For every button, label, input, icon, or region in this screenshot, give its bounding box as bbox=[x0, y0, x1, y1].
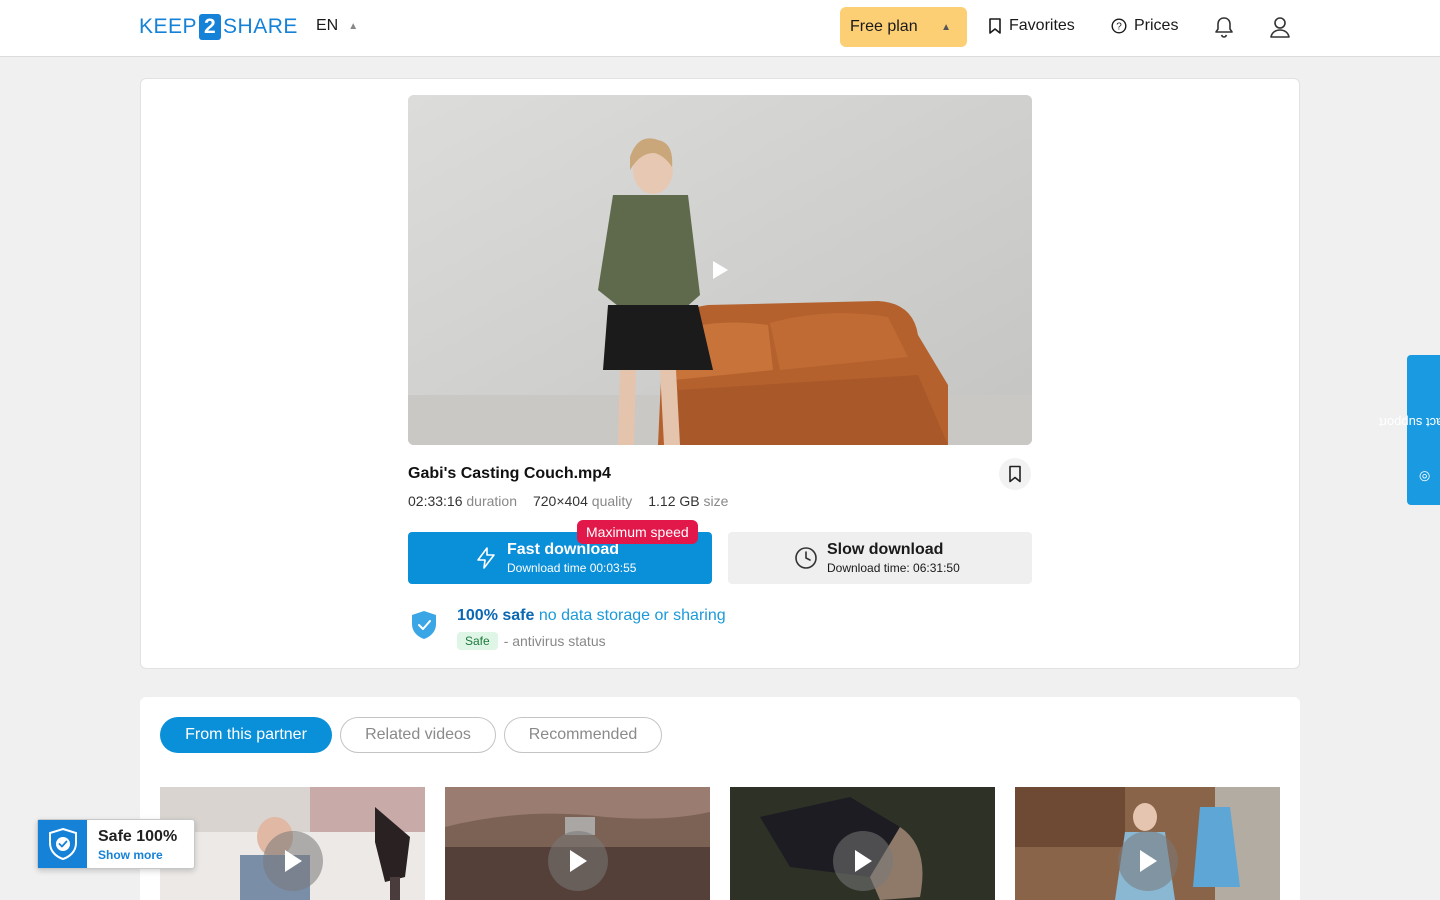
keep2share-logo[interactable]: KEEP 2 SHARE bbox=[139, 14, 298, 40]
size-label: size bbox=[703, 493, 729, 509]
video-thumbnail[interactable] bbox=[445, 787, 710, 900]
slow-download-button[interactable]: Slow download Download time: 06:31:50 bbox=[728, 532, 1032, 584]
play-icon bbox=[854, 850, 872, 872]
contact-support-label: ◎ contact support bbox=[1379, 378, 1440, 482]
slow-download-title: Slow download bbox=[827, 540, 944, 558]
language-selector[interactable]: EN ▲ bbox=[316, 17, 358, 35]
user-icon bbox=[1270, 17, 1290, 38]
video-thumbnail[interactable] bbox=[730, 787, 995, 900]
top-header: KEEP 2 SHARE EN ▲ Free plan ▲ Favorites … bbox=[0, 0, 1440, 57]
logo-text-share: SHARE bbox=[223, 15, 298, 38]
safety-light-text: no data storage or sharing bbox=[538, 607, 726, 624]
antivirus-status-label: - antivirus status bbox=[503, 633, 606, 649]
video-thumbnail[interactable] bbox=[160, 787, 425, 900]
chevron-up-icon: ▲ bbox=[941, 21, 951, 33]
shield-check-icon bbox=[48, 827, 77, 861]
file-title: Gabi's Casting Couch.mp4 bbox=[408, 465, 611, 482]
favorites-link[interactable]: Favorites bbox=[988, 17, 1075, 35]
prices-link[interactable]: ? Prices bbox=[1111, 17, 1178, 35]
duration-label: duration bbox=[466, 493, 517, 509]
show-more-link[interactable]: Show more bbox=[98, 848, 163, 862]
size-value: 1.12 GB bbox=[648, 493, 700, 509]
play-icon bbox=[569, 850, 587, 872]
tab-from-this-partner[interactable]: From this partner bbox=[160, 717, 332, 753]
safe-widget-title: Safe 100% bbox=[98, 828, 178, 845]
quality-value: 720×404 bbox=[532, 493, 588, 509]
video-thumbnail[interactable] bbox=[1015, 787, 1280, 900]
add-to-favorites-button[interactable] bbox=[999, 458, 1031, 490]
language-label: EN bbox=[316, 17, 339, 34]
play-button[interactable] bbox=[547, 831, 608, 891]
help-circle-icon: ? bbox=[1111, 18, 1127, 34]
plan-dropdown-button[interactable]: Free plan ▲ bbox=[840, 7, 967, 47]
safe-status-badge: Safe bbox=[457, 632, 498, 650]
svg-text:?: ? bbox=[1116, 22, 1122, 33]
bookmark-icon bbox=[1009, 465, 1021, 483]
video-preview[interactable] bbox=[408, 95, 1032, 445]
safe-widget-icon-box bbox=[38, 820, 87, 868]
play-icon bbox=[1139, 850, 1157, 872]
chevron-up-icon: ▲ bbox=[348, 20, 359, 32]
quality-item: 720×404 quality bbox=[533, 493, 632, 509]
shield-check-icon bbox=[412, 611, 436, 639]
lightning-icon bbox=[477, 547, 495, 569]
fast-download-text: Fast download Download time 00:03:55 bbox=[507, 541, 636, 576]
play-icon bbox=[284, 850, 302, 872]
bell-icon bbox=[1215, 17, 1233, 38]
notifications-button[interactable] bbox=[1211, 14, 1237, 40]
tab-recommended[interactable]: Recommended bbox=[504, 717, 662, 753]
account-button[interactable] bbox=[1267, 14, 1293, 40]
slow-download-text: Slow download Download time: 06:31:50 bbox=[827, 541, 960, 576]
maximum-speed-badge: Maximum speed bbox=[577, 520, 698, 544]
contact-support-text: contact support bbox=[1378, 415, 1440, 431]
contact-support-tab[interactable]: ◎ contact support bbox=[1379, 355, 1440, 505]
prices-label: Prices bbox=[1134, 17, 1179, 34]
slow-download-time: Download time: 06:31:50 bbox=[827, 560, 960, 575]
size-item: 1.12 GB size bbox=[648, 493, 728, 509]
clock-icon bbox=[795, 547, 817, 569]
logo-text-2: 2 bbox=[199, 14, 222, 40]
quality-label: quality bbox=[591, 493, 633, 509]
file-metadata: 02:33:16 duration 720×404 quality 1.12 G… bbox=[408, 493, 728, 509]
play-button[interactable] bbox=[262, 831, 323, 891]
logo-text-keep: KEEP bbox=[139, 15, 198, 38]
bookmark-icon bbox=[989, 18, 1001, 34]
tab-related-videos[interactable]: Related videos bbox=[340, 717, 496, 753]
play-button[interactable] bbox=[1117, 831, 1178, 891]
duration-value: 02:33:16 bbox=[408, 493, 463, 509]
favorites-label: Favorites bbox=[1009, 17, 1075, 34]
antivirus-status: Safe - antivirus status bbox=[457, 632, 606, 650]
safety-strong-text: 100% safe bbox=[457, 607, 535, 624]
plan-label: Free plan bbox=[850, 18, 918, 35]
duration-item: 02:33:16 duration bbox=[408, 493, 517, 509]
fast-download-time: Download time 00:03:55 bbox=[507, 560, 637, 575]
safe-badge-widget[interactable]: Safe 100% Show more bbox=[37, 819, 195, 869]
safety-headline: 100% safe no data storage or sharing bbox=[457, 607, 726, 625]
play-icon bbox=[713, 261, 728, 279]
play-button[interactable] bbox=[832, 831, 893, 891]
